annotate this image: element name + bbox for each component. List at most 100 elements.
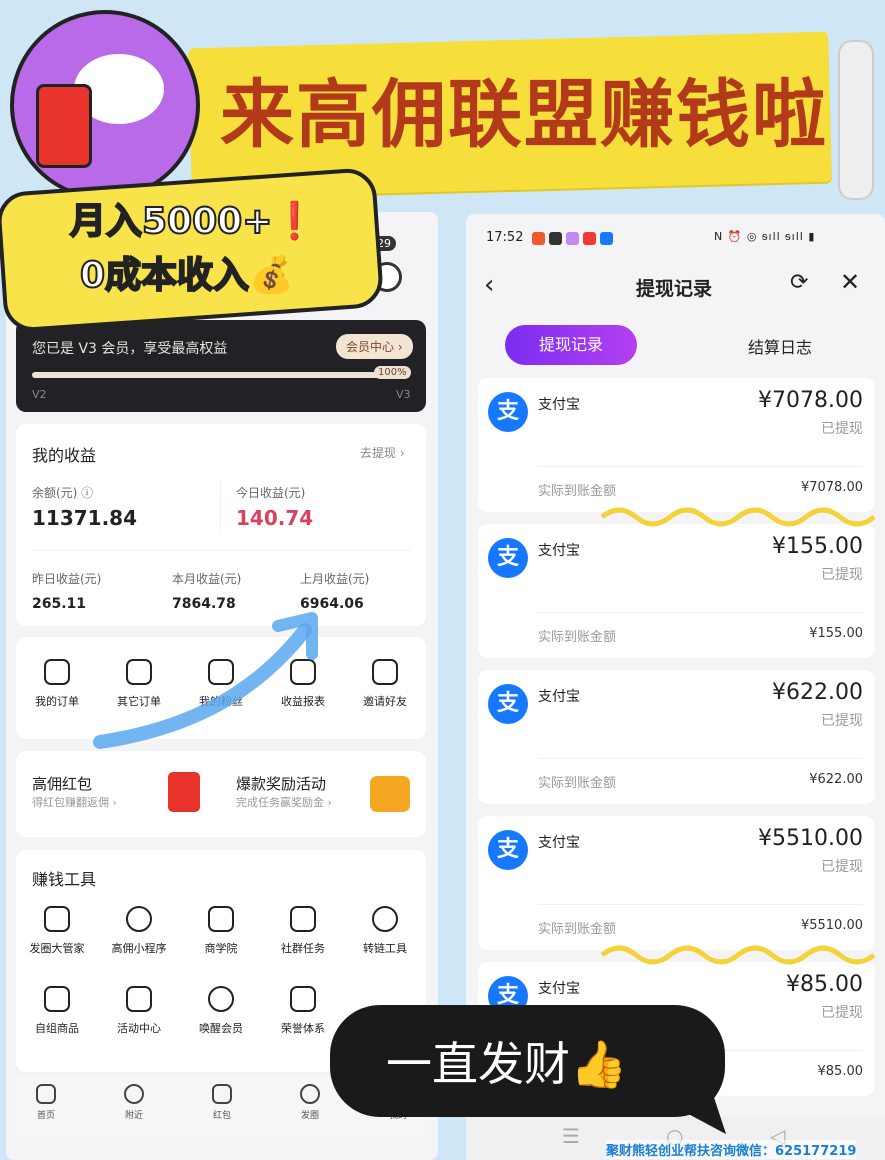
tool-label: 唤醒会员 <box>199 1022 243 1035</box>
status-app-icons <box>532 232 613 245</box>
tab-nearby[interactable]: 附近 <box>104 1084 164 1121</box>
record-method: 支付宝 <box>538 543 580 559</box>
record-method: 支付宝 <box>538 835 580 851</box>
tool-label: 高佣小程序 <box>111 942 167 955</box>
app-icon <box>532 232 545 245</box>
stat-label: 本月收益(元) <box>172 572 242 586</box>
vip-progress-bar <box>32 372 410 378</box>
earnings-title: 我的收益 <box>32 446 97 465</box>
vip-text: 您已是 V3 会员，享受最高权益 <box>32 341 228 357</box>
banner-title: 来高佣联盟赚钱啦 <box>220 72 828 158</box>
tab-settlement-log[interactable]: 结算日志 <box>748 334 812 358</box>
tool-label: 社群任务 <box>281 942 325 955</box>
record-actual-value: ¥5510.00 <box>800 918 863 933</box>
divider <box>538 612 863 613</box>
tab-redpacket[interactable]: 红包 <box>192 1084 252 1121</box>
record-actual-label: 实际到账金额 <box>538 630 617 645</box>
record-actual-label: 实际到账金额 <box>538 484 617 499</box>
shopping-bag-icon <box>44 986 70 1012</box>
tool-item[interactable]: 高佣小程序 <box>104 906 174 956</box>
tool-item[interactable]: 发圈大管家 <box>22 906 92 956</box>
withdraw-record[interactable]: 支支付宝 ¥7078.00 已提现 实际到账金额 ¥7078.00 <box>478 378 875 512</box>
bulb-icon <box>208 986 234 1012</box>
task-icon <box>290 906 316 932</box>
promo-sub: 得红包赚翻返佣 › <box>32 796 117 809</box>
red-packet-icon <box>168 772 200 812</box>
divider <box>538 758 863 759</box>
record-actual-value: ¥85.00 <box>817 1064 864 1079</box>
tool-item[interactable]: 社群任务 <box>268 906 338 956</box>
promo-activity[interactable]: 爆款奖励活动 完成任务赢奖励金 › <box>236 773 332 810</box>
promo-card: 高佣红包 得红包赚翻返佣 › 爆款奖励活动 完成任务赢奖励金 › <box>16 751 426 837</box>
alipay-icon: 支 <box>488 538 528 578</box>
tab-label: 附近 <box>124 1111 143 1121</box>
app-icon <box>566 232 579 245</box>
burst-line1: 月入5000+❗ <box>69 200 318 243</box>
app-icon <box>600 232 613 245</box>
record-amount: ¥7078.00 <box>758 388 863 413</box>
add-user-icon <box>372 659 398 685</box>
tools-title: 赚钱工具 <box>32 870 97 889</box>
menu-label: 邀请好友 <box>363 695 407 708</box>
tool-label: 商学院 <box>204 942 238 955</box>
promo-title: 爆款奖励活动 <box>236 775 327 793</box>
record-actual-label: 实际到账金额 <box>538 922 617 937</box>
record-status: 已提现 <box>821 421 863 437</box>
tool-item[interactable]: 商学院 <box>186 906 256 956</box>
wallet-icon <box>370 776 410 812</box>
my-orders-button[interactable]: 我的订单 <box>22 659 92 709</box>
withdraw-record[interactable]: 支支付宝 ¥622.00 已提现 实际到账金额 ¥622.00 <box>478 670 875 804</box>
member-center-button[interactable]: 会员中心 › <box>336 334 413 359</box>
withdraw-record[interactable]: 支支付宝 ¥5510.00 已提现 实际到账金额 ¥5510.00 <box>478 816 875 950</box>
menu-icon[interactable]: ☰ <box>562 1124 580 1148</box>
tool-label: 荣誉体系 <box>281 1022 325 1035</box>
record-method: 支付宝 <box>538 689 580 705</box>
tool-item[interactable]: 活动中心 <box>104 986 174 1036</box>
balance-value: 11371.84 <box>32 506 138 530</box>
promo-redpacket[interactable]: 高佣红包 得红包赚翻返佣 › <box>32 773 117 810</box>
tab-moments[interactable]: 发圈 <box>280 1084 340 1121</box>
menu-label: 我的订单 <box>35 695 79 708</box>
graduation-cap-icon <box>208 906 234 932</box>
record-status: 已提现 <box>821 713 863 729</box>
divider <box>538 904 863 905</box>
tool-item[interactable]: 转链工具 <box>350 906 420 956</box>
divider <box>538 466 863 467</box>
record-actual-value: ¥155.00 <box>809 626 863 641</box>
stat-value: 265.11 <box>32 596 87 612</box>
trophy-icon <box>290 986 316 1012</box>
record-status: 已提现 <box>821 1005 863 1021</box>
promo-title: 高佣红包 <box>32 775 93 793</box>
withdraw-link[interactable]: 去提现 › <box>360 444 405 461</box>
red-packet-tab-icon <box>212 1084 232 1104</box>
today-label: 今日收益(元) <box>236 486 306 500</box>
mini-program-icon <box>126 906 152 932</box>
wavy-underline <box>600 945 876 965</box>
wavy-underline <box>600 507 876 527</box>
withdraw-record[interactable]: 支支付宝 ¥155.00 已提现 实际到账金额 ¥155.00 <box>478 524 875 658</box>
tool-label: 活动中心 <box>117 1022 161 1035</box>
tool-label: 自组商品 <box>35 1022 79 1035</box>
tab-label: 首页 <box>36 1111 55 1121</box>
status-indicators: N ⏰ ◎ ᵴıll ᵴıll ▮ <box>714 230 816 243</box>
tool-item[interactable]: 自组商品 <box>22 986 92 1036</box>
app-icon <box>549 232 562 245</box>
vip-level-from: V2 <box>32 388 47 401</box>
scroll-decoration <box>838 40 874 200</box>
stat-label: 上月收益(元) <box>300 572 370 586</box>
tab-home[interactable]: 首页 <box>16 1084 76 1121</box>
invite-friends-button[interactable]: 邀请好友 <box>350 659 420 709</box>
bubble-text: 一直发财👍 <box>386 1037 628 1091</box>
promo-sub: 完成任务赢奖励金 › <box>236 796 332 809</box>
record-method: 支付宝 <box>538 981 580 997</box>
link-icon <box>372 906 398 932</box>
tool-item[interactable]: 荣誉体系 <box>268 986 338 1036</box>
record-amount: ¥155.00 <box>772 534 863 559</box>
refresh-button[interactable]: ⟳ <box>790 270 808 295</box>
record-amount: ¥85.00 <box>786 972 863 997</box>
tool-item[interactable]: 唤醒会员 <box>186 986 256 1036</box>
close-button[interactable]: ✕ <box>840 268 860 296</box>
mascot-bear <box>10 10 200 200</box>
back-button[interactable]: ‹ <box>484 270 494 300</box>
tab-withdraw-records[interactable]: 提现记录 <box>505 325 637 365</box>
